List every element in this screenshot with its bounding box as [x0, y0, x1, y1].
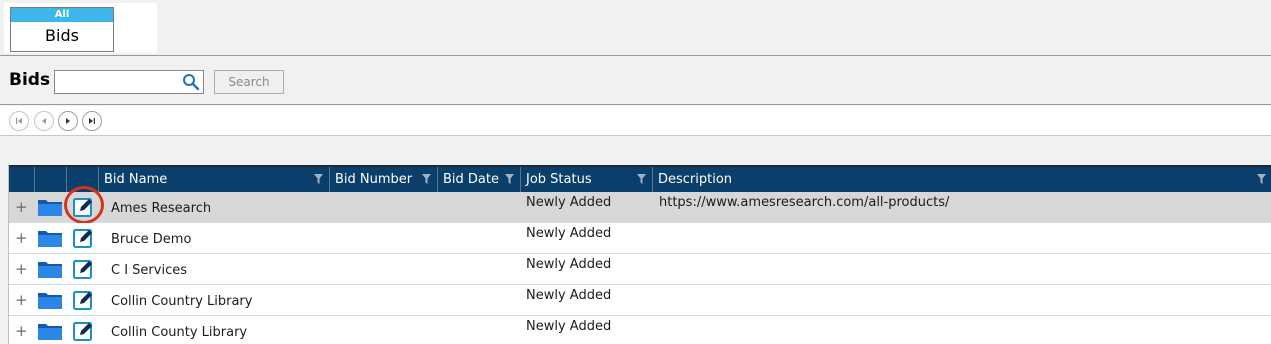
search-input[interactable] [58, 72, 178, 92]
edit-icon[interactable] [72, 258, 94, 280]
table-row[interactable]: + C I Services Newly Added [9, 254, 1271, 285]
last-page-icon [89, 118, 95, 124]
tab-holder: All Bids [4, 3, 157, 53]
search-icon[interactable] [182, 73, 200, 91]
cell-job-status: Newly Added [526, 257, 612, 272]
column-label: Bid Number [335, 172, 413, 187]
tab-all-bids[interactable]: All Bids [10, 7, 114, 52]
edit-icon[interactable] [72, 227, 94, 249]
column-label: Bid Date [443, 172, 499, 187]
edit-icon[interactable] [72, 320, 94, 342]
filter-icon[interactable] [637, 174, 646, 184]
table-row[interactable]: + Collin Country Library Newly Added [9, 285, 1271, 316]
header-folder-col [35, 167, 67, 192]
folder-icon[interactable] [37, 259, 63, 279]
filter-icon[interactable] [1257, 174, 1266, 184]
previous-page-icon [42, 118, 46, 124]
pager [0, 106, 1271, 136]
search-button[interactable]: Search [214, 70, 284, 94]
tab-badge: All [11, 8, 113, 22]
cell-description: https://www.amesresearch.com/all-product… [659, 195, 950, 210]
table-row[interactable]: + Ames Research Newly Added https://www.… [9, 186, 1271, 224]
next-page-icon [66, 118, 70, 124]
previous-page-button[interactable] [34, 111, 54, 131]
first-page-icon [16, 118, 22, 124]
column-label: Bid Name [104, 172, 168, 187]
column-header-job-status[interactable]: Job Status [521, 167, 653, 192]
cell-bid-name: Collin County Library [111, 325, 248, 340]
folder-icon[interactable] [37, 321, 63, 341]
column-header-bid-name[interactable]: Bid Name [99, 167, 330, 192]
highlight-ring [64, 186, 104, 224]
expand-button[interactable]: + [15, 231, 28, 246]
cell-bid-name: Ames Research [111, 201, 212, 216]
cell-bid-name: Collin Country Library [111, 294, 253, 309]
expand-button[interactable]: + [15, 200, 28, 215]
expand-button[interactable]: + [15, 293, 28, 308]
app-window: All Bids Bids Search Bid Name Bid Number… [0, 0, 1271, 344]
cell-bid-name: C I Services [111, 263, 187, 278]
search-toolbar: Bids Search [0, 57, 1271, 105]
folder-icon[interactable] [37, 290, 63, 310]
edit-icon[interactable] [72, 289, 94, 311]
grid-header: Bid Name Bid Number Bid Date Job Status … [9, 165, 1271, 192]
column-label: Description [658, 172, 733, 187]
tab-strip: All Bids [0, 0, 1271, 56]
table-row[interactable]: + Bruce Demo Newly Added [9, 223, 1271, 254]
column-label: Job Status [526, 172, 592, 187]
last-page-button[interactable] [82, 111, 102, 131]
cell-job-status: Newly Added [526, 288, 612, 303]
table-row[interactable]: + Collin County Library Newly Added [9, 316, 1271, 344]
header-expand-col [9, 167, 35, 192]
column-header-bid-number[interactable]: Bid Number [330, 167, 438, 192]
filter-icon[interactable] [314, 174, 323, 184]
tab-label: Bids [45, 26, 79, 45]
search-box[interactable] [54, 70, 204, 94]
cell-job-status: Newly Added [526, 195, 612, 210]
bids-grid: Bid Name Bid Number Bid Date Job Status … [8, 165, 1271, 344]
expand-button[interactable]: + [15, 324, 28, 339]
cell-bid-name: Bruce Demo [111, 232, 192, 247]
column-header-description[interactable]: Description [653, 167, 1271, 192]
page-title: Bids [9, 70, 51, 90]
cell-job-status: Newly Added [526, 319, 612, 334]
filter-icon[interactable] [505, 174, 514, 184]
folder-icon[interactable] [37, 197, 63, 217]
first-page-button[interactable] [9, 111, 29, 131]
column-header-bid-date[interactable]: Bid Date [438, 167, 521, 192]
cell-job-status: Newly Added [526, 226, 612, 241]
folder-icon[interactable] [37, 228, 63, 248]
filter-icon[interactable] [422, 174, 431, 184]
next-page-button[interactable] [58, 111, 78, 131]
expand-button[interactable]: + [15, 262, 28, 277]
